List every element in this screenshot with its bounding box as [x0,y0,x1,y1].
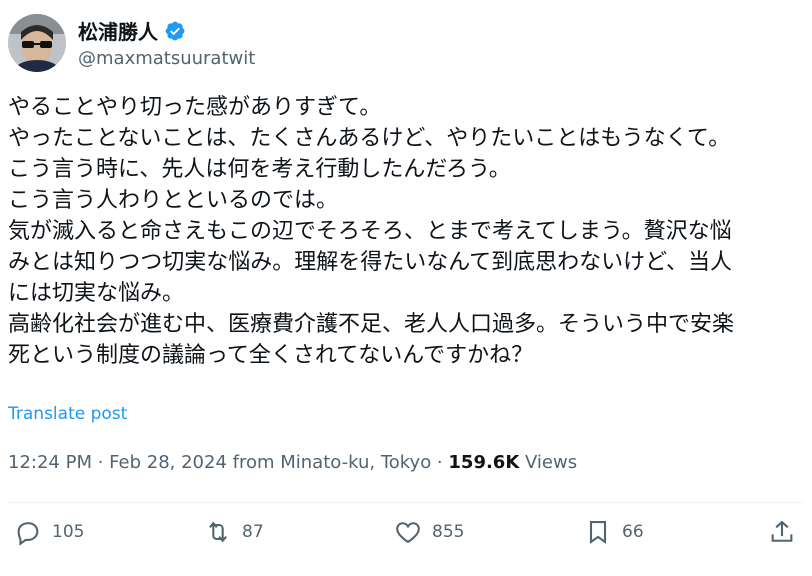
verified-badge-icon [165,21,185,40]
action-bar: 105 87 855 66 [8,518,804,554]
bookmark-count: 66 [622,522,644,542]
post-text: やることやり切った感がありすぎて。 やったことないことは、たくさんあるけど、やり… [8,92,804,371]
post-meta: 12:24 PM · Feb 28, 2024 from Minato-ku, … [8,452,577,473]
reply-count: 105 [52,522,85,542]
reply-button[interactable]: 105 [14,518,84,546]
like-button[interactable]: 855 [394,518,464,546]
author-handle[interactable]: @maxmatsuuratwit [78,48,255,69]
post-line: には切実な悩み。 [8,281,185,306]
heart-icon [396,522,420,544]
post-header: 松浦勝人 @maxmatsuuratwit [8,14,798,78]
repost-icon [209,521,227,543]
like-count: 855 [432,522,465,542]
post-line: やったことないことは、たくさんあるけど、やりたいことはもうなくて。 [8,126,731,151]
timestamp[interactable]: 12:24 PM · Feb 28, 2024 from Minato-ku, … [8,452,448,473]
post-line: 気が滅入ると命さえもこの辺でそろそろ、とまで考えてしまう。贅沢な悩 [8,219,732,244]
share-button[interactable] [768,518,796,546]
display-name[interactable]: 松浦勝人 [78,16,158,45]
translate-post-link[interactable]: Translate post [8,404,127,424]
bookmark-icon [589,521,607,544]
bookmark-button[interactable]: 66 [584,518,644,546]
reply-icon [17,522,39,546]
post-line: 死という制度の議論って全くされてないんですかね？ [8,343,534,368]
views-label: Views [519,452,578,473]
post-line: やることやり切った感がありすぎて。 [8,95,382,120]
repost-count: 87 [242,522,264,542]
divider [8,502,804,503]
post-line: こう言う時に、先人は何を考え行動したんだろう。 [8,157,511,182]
post-line: みとは知りつつ切実な悩み。理解を得たいなんて到底思わないけど、当人 [8,250,733,275]
avatar[interactable] [8,14,66,72]
repost-button[interactable]: 87 [204,518,264,546]
post-line: 高齢化社会が進む中、医療費介護不足、老人人口過多。そういう中で安楽 [8,312,735,337]
share-icon [771,520,793,542]
post-line: こう言う人わりとといるのでは。 [8,188,339,213]
views-count: 159.6K [448,452,520,473]
name-row: 松浦勝人 [78,16,186,45]
